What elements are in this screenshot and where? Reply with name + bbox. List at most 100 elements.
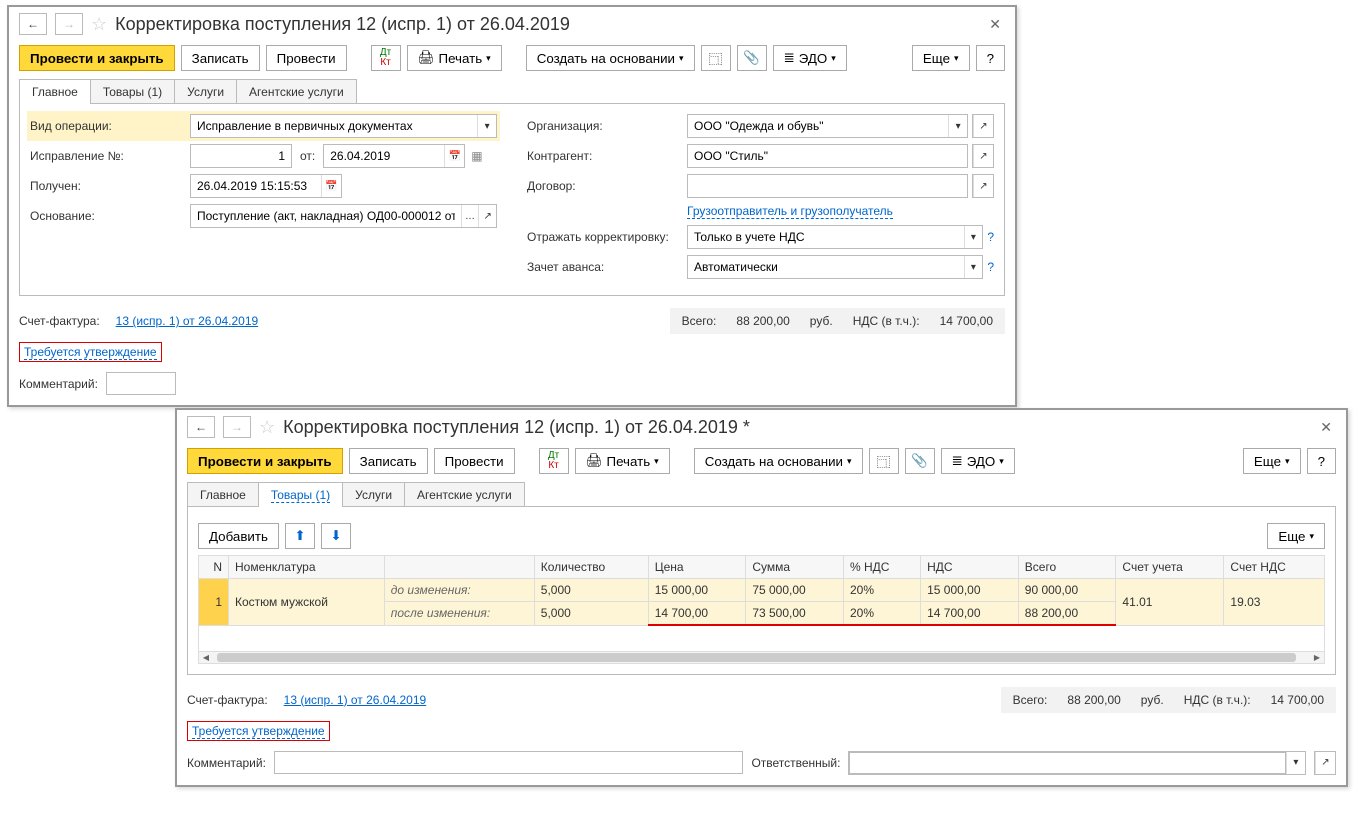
calendar-icon[interactable]: 📅 <box>444 145 464 167</box>
horizontal-scrollbar[interactable]: ◀ ▶ <box>198 652 1325 664</box>
print-button[interactable]: Печать <box>575 448 670 474</box>
received-input[interactable] <box>191 175 321 197</box>
scroll-left-icon[interactable]: ◀ <box>199 652 213 663</box>
calendar-icon[interactable]: 📅 <box>321 175 341 197</box>
nav-back-button[interactable]: ← <box>187 416 215 438</box>
dropdown-icon[interactable]: ▾ <box>964 226 983 248</box>
counterparty-input[interactable] <box>688 145 967 167</box>
col-vat-pct[interactable]: % НДС <box>843 556 920 579</box>
col-vat-account[interactable]: Счет НДС <box>1224 556 1325 579</box>
help-button[interactable]: ? <box>1307 448 1336 474</box>
more-button[interactable]: Еще <box>1243 448 1301 474</box>
cell-account[interactable]: 41.01 <box>1116 579 1224 626</box>
col-sum[interactable]: Сумма <box>746 556 844 579</box>
dropdown-icon[interactable]: ▾ <box>964 256 983 278</box>
more-button[interactable]: Еще <box>912 45 970 71</box>
col-account[interactable]: Счет учета <box>1116 556 1224 579</box>
contract-input[interactable] <box>688 175 967 197</box>
tab-agent-services[interactable]: Агентские услуги <box>404 482 525 507</box>
edo-button[interactable]: ЭДО <box>941 448 1015 474</box>
open-icon[interactable]: ↗ <box>1315 752 1335 774</box>
responsible-input[interactable] <box>849 752 1285 774</box>
tab-services[interactable]: Услуги <box>342 482 405 507</box>
post-button[interactable]: Провести <box>266 45 347 71</box>
cell-sum-after[interactable]: 73 500,00 <box>746 602 844 626</box>
cell-vat-after[interactable]: 14 700,00 <box>921 602 1019 626</box>
dtkt-button[interactable]: ДтКт <box>539 448 569 474</box>
corr-no-input[interactable] <box>191 145 291 167</box>
nav-forward-button[interactable]: → <box>55 13 83 35</box>
comment-input[interactable] <box>106 372 176 395</box>
cell-total-after[interactable]: 88 200,00 <box>1018 602 1116 626</box>
help-button[interactable]: ? <box>976 45 1005 71</box>
tab-agent-services[interactable]: Агентские услуги <box>236 79 357 104</box>
help-link[interactable]: ? <box>987 260 994 274</box>
post-and-close-button[interactable]: Провести и закрыть <box>187 448 343 474</box>
create-based-on-button[interactable]: Создать на основании <box>694 448 863 474</box>
open-icon[interactable]: ↗ <box>973 175 993 197</box>
nav-forward-button[interactable]: → <box>223 416 251 438</box>
favorite-star-icon[interactable]: ☆ <box>259 417 275 438</box>
write-button[interactable]: Записать <box>349 448 428 474</box>
tab-goods[interactable]: Товары (1) <box>258 482 343 507</box>
post-button[interactable]: Провести <box>434 448 515 474</box>
close-icon[interactable]: ✕ <box>985 16 1005 33</box>
tab-main[interactable]: Главное <box>187 482 259 507</box>
advance-input[interactable] <box>688 256 964 278</box>
cell-price-after[interactable]: 14 700,00 <box>648 602 746 626</box>
ellipsis-icon[interactable]: … <box>461 205 479 227</box>
print-button[interactable]: Печать <box>407 45 502 71</box>
grid-more-button[interactable]: Еще <box>1267 523 1325 549</box>
tab-services[interactable]: Услуги <box>174 79 237 104</box>
org-input[interactable] <box>688 115 948 137</box>
goods-grid[interactable]: N Номенклатура Количество Цена Сумма % Н… <box>198 555 1325 652</box>
dropdown-icon[interactable]: ▾ <box>1286 752 1305 774</box>
help-link[interactable]: ? <box>987 230 994 244</box>
table-row-before[interactable]: 1 Костюм мужской до изменения: 5,000 15 … <box>199 579 1325 602</box>
open-icon[interactable]: ↗ <box>478 205 496 227</box>
calendar-ext-icon[interactable]: ▦ <box>471 149 482 163</box>
col-vat[interactable]: НДС <box>921 556 1019 579</box>
cell-vatpct-after[interactable]: 20% <box>843 602 920 626</box>
cell-qty-after[interactable]: 5,000 <box>534 602 648 626</box>
attach-button[interactable] <box>905 448 935 474</box>
structure-button[interactable] <box>869 448 899 474</box>
cell-nomenclature[interactable]: Костюм мужской <box>229 579 385 626</box>
dropdown-icon[interactable]: ▾ <box>948 115 967 137</box>
close-icon[interactable]: ✕ <box>1316 419 1336 436</box>
shipper-consignee-link[interactable]: Грузоотправитель и грузополучатель <box>687 204 893 219</box>
approval-required-link[interactable]: Требуется утверждение <box>192 724 325 739</box>
tab-goods[interactable]: Товары (1) <box>90 79 175 104</box>
basis-input[interactable] <box>191 205 461 227</box>
structure-button[interactable] <box>701 45 731 71</box>
create-based-on-button[interactable]: Создать на основании <box>526 45 695 71</box>
col-price[interactable]: Цена <box>648 556 746 579</box>
add-row-button[interactable]: Добавить <box>198 523 279 549</box>
col-n[interactable]: N <box>199 556 229 579</box>
edo-button[interactable]: ЭДО <box>773 45 847 71</box>
op-type-input[interactable] <box>191 115 477 137</box>
scroll-right-icon[interactable]: ▶ <box>1310 652 1324 663</box>
invoice-link[interactable]: 13 (испр. 1) от 26.04.2019 <box>284 693 427 707</box>
attach-button[interactable] <box>737 45 767 71</box>
reflect-input[interactable] <box>688 226 964 248</box>
col-nomenclature[interactable]: Номенклатура <box>229 556 385 579</box>
move-up-button[interactable]: ⬆ <box>285 523 315 549</box>
cell-vat-account[interactable]: 19.03 <box>1224 579 1325 626</box>
post-and-close-button[interactable]: Провести и закрыть <box>19 45 175 71</box>
approval-required-link[interactable]: Требуется утверждение <box>24 345 157 360</box>
col-qty[interactable]: Количество <box>534 556 648 579</box>
open-icon[interactable]: ↗ <box>973 115 993 137</box>
dtkt-button[interactable]: ДтКт <box>371 45 401 71</box>
date-input[interactable] <box>324 145 444 167</box>
nav-back-button[interactable]: ← <box>19 13 47 35</box>
invoice-link[interactable]: 13 (испр. 1) от 26.04.2019 <box>116 314 259 328</box>
move-down-button[interactable]: ⬇ <box>321 523 351 549</box>
write-button[interactable]: Записать <box>181 45 260 71</box>
col-total[interactable]: Всего <box>1018 556 1116 579</box>
dropdown-icon[interactable]: ▾ <box>477 115 496 137</box>
open-icon[interactable]: ↗ <box>973 145 993 167</box>
favorite-star-icon[interactable]: ☆ <box>91 14 107 35</box>
comment-input[interactable] <box>274 751 744 774</box>
tab-main[interactable]: Главное <box>19 79 91 104</box>
